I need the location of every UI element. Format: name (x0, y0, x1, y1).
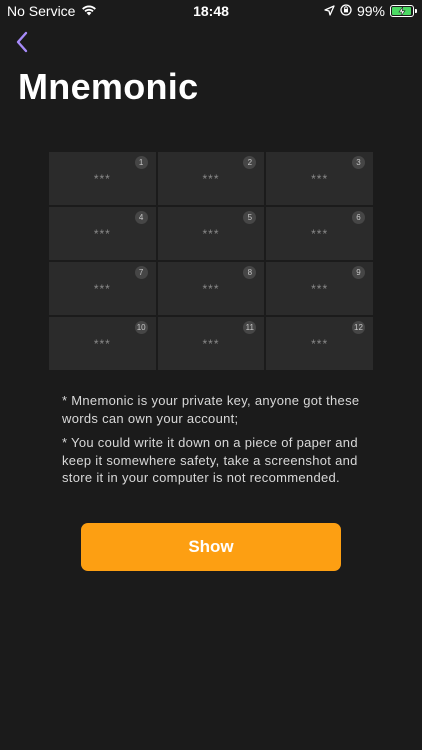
mnemonic-word-index-badge: 12 (351, 321, 365, 334)
mnemonic-word-index-badge: 9 (351, 266, 365, 279)
mnemonic-word-text: *** (93, 172, 111, 186)
mnemonic-word-index-badge: 1 (134, 156, 148, 169)
mnemonic-word-cell: *** 3 (266, 152, 373, 205)
mnemonic-word-index-badge: 8 (243, 266, 257, 279)
mnemonic-word-text: *** (311, 282, 329, 296)
back-button[interactable] (8, 28, 36, 56)
mnemonic-word-cell: *** 9 (266, 262, 373, 315)
mnemonic-word-cell: *** 5 (157, 207, 265, 260)
mnemonic-word-cell: *** 2 (157, 152, 265, 205)
mnemonic-word-index-badge: 5 (243, 211, 257, 224)
mnemonic-screen: No Service 18:48 99% Mnemonic *** 1 *** … (0, 0, 422, 750)
mnemonic-word-cell: *** 1 (49, 152, 156, 205)
mnemonic-word-index-badge: 3 (351, 156, 365, 169)
mnemonic-word-index-badge: 11 (243, 321, 257, 334)
chevron-left-icon (16, 31, 28, 53)
battery-icon (390, 5, 417, 17)
mnemonic-word-cell: *** 7 (49, 262, 156, 315)
mnemonic-word-text: *** (202, 337, 220, 351)
mnemonic-word-text: *** (93, 227, 111, 241)
status-bar: No Service 18:48 99% (0, 0, 422, 24)
mnemonic-word-text: *** (93, 337, 111, 351)
mnemonic-word-index-badge: 4 (134, 211, 148, 224)
mnemonic-word-text: *** (202, 282, 220, 296)
mnemonic-word-cell: *** 11 (157, 317, 265, 370)
mnemonic-word-index-badge: 6 (351, 211, 365, 224)
mnemonic-word-text: *** (93, 282, 111, 296)
show-button[interactable]: Show (81, 523, 341, 571)
mnemonic-word-text: *** (202, 172, 220, 186)
mnemonic-notes: * Mnemonic is your private key, anyone g… (62, 392, 366, 494)
mnemonic-word-cell: *** 6 (266, 207, 373, 260)
note-private-key: * Mnemonic is your private key, anyone g… (62, 393, 360, 426)
mnemonic-word-text: *** (311, 337, 329, 351)
location-arrow-icon (324, 3, 335, 19)
battery-percent: 99% (356, 3, 385, 19)
mnemonic-word-index-badge: 7 (134, 266, 148, 279)
mnemonic-grid: *** 1 *** 2 *** 3 *** 4 *** 5 *** 6 *** 7 *** 8 *** 9 *** 1… (49, 152, 373, 370)
status-right: 99% (324, 3, 417, 19)
mnemonic-word-cell: *** 8 (157, 262, 265, 315)
mnemonic-word-index-badge: 2 (243, 156, 257, 169)
note-backup-advice: * You could write it down on a piece of … (62, 435, 358, 485)
mnemonic-word-cell: *** 4 (49, 207, 156, 260)
mnemonic-word-text: *** (202, 227, 220, 241)
mnemonic-word-text: *** (311, 172, 329, 186)
mnemonic-word-cell: *** 12 (266, 317, 373, 370)
mnemonic-word-cell: *** 10 (49, 317, 156, 370)
orientation-lock-icon (340, 3, 352, 19)
page-title: Mnemonic (18, 66, 199, 107)
mnemonic-word-index-badge: 10 (134, 321, 148, 334)
mnemonic-word-text: *** (311, 227, 329, 241)
